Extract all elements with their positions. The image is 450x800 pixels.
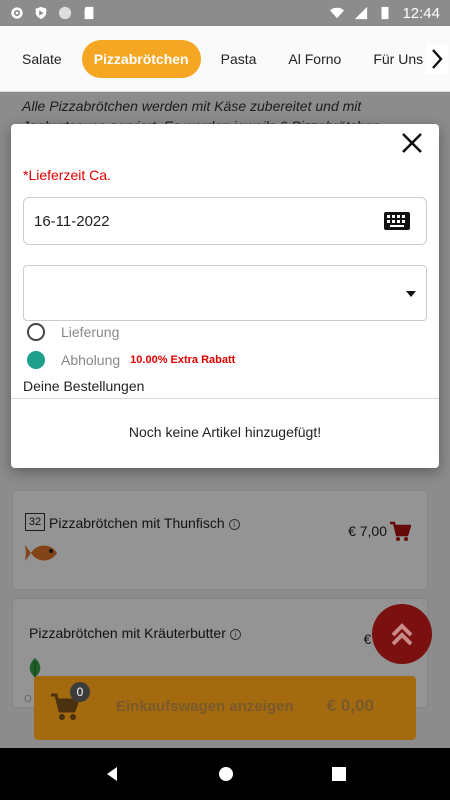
chevron-right-icon: [432, 49, 443, 69]
back-icon[interactable]: [104, 766, 120, 782]
signal-icon: [355, 6, 368, 20]
status-bar: 12:44: [0, 0, 450, 26]
system-navigation-bar: [0, 748, 450, 800]
radio-lieferung[interactable]: [27, 323, 45, 341]
date-value: 16-11-2022: [34, 212, 110, 230]
tab-al-forno[interactable]: Al Forno: [276, 41, 353, 77]
tab-salate[interactable]: Salate: [10, 41, 74, 77]
close-icon[interactable]: [399, 130, 425, 156]
status-time: 12:44: [402, 4, 440, 22]
orders-heading: Deine Bestellungen: [23, 378, 145, 394]
recents-icon[interactable]: [332, 767, 346, 781]
view-cart-label: Einkaufswagen anzeigen: [116, 698, 294, 715]
partial-text: O: [24, 694, 32, 705]
cart-count-badge: 0: [70, 682, 90, 702]
dropdown-arrow-icon: [406, 291, 416, 297]
delivery-time-label: *Lieferzeit Ca.: [23, 167, 111, 183]
category-tabs: Salate Pizzabrötchen Pasta Al Forno Für …: [0, 26, 450, 92]
divider: [11, 398, 439, 399]
time-select[interactable]: [23, 265, 427, 321]
home-icon[interactable]: [218, 766, 234, 782]
keyboard-icon[interactable]: [384, 212, 410, 230]
date-field[interactable]: 16-11-2022: [23, 197, 427, 245]
radio-abholung[interactable]: [27, 351, 45, 369]
double-chevron-up-icon: [391, 623, 413, 646]
option-abholung[interactable]: Abholung 10.00% Extra Rabatt: [27, 351, 235, 369]
wifi-icon: [330, 7, 345, 19]
scroll-top-button[interactable]: [372, 604, 432, 664]
discount-note: 10.00% Extra Rabatt: [130, 354, 236, 366]
empty-orders-message: Noch keine Artikel hinzugefügt!: [128, 424, 322, 440]
delivery-time-modal: *Lieferzeit Ca. 16-11-2022 Lieferung Abh…: [11, 124, 439, 468]
gear-icon: [11, 7, 23, 19]
option-lieferung-label: Lieferung: [61, 324, 120, 340]
view-cart-button[interactable]: 0 Einkaufswagen anzeigen € 0,00: [34, 676, 416, 740]
shield-icon: [35, 6, 47, 20]
tabs-next-button[interactable]: [426, 44, 448, 74]
tab-pasta[interactable]: Pasta: [209, 41, 269, 77]
option-abholung-label: Abholung: [61, 352, 121, 368]
tab-pizzabroetchen[interactable]: Pizzabrötchen: [81, 39, 201, 78]
cart-total: € 0,00: [326, 696, 374, 715]
sd-card-icon: [84, 6, 94, 20]
option-lieferung[interactable]: Lieferung: [27, 323, 119, 341]
battery-icon: [381, 6, 389, 20]
tab-fuer-uns[interactable]: Für Uns: [361, 41, 435, 77]
circle-icon: [58, 6, 72, 20]
